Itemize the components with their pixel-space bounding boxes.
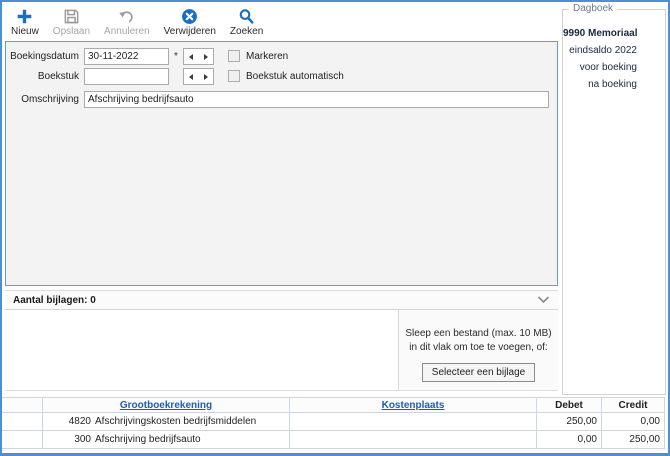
attachment-drop-zone[interactable]: Sleep een bestand (max. 10 MB) in dit vl… bbox=[398, 310, 558, 390]
search-button[interactable]: Zoeken bbox=[230, 7, 263, 37]
attachments-list-area: Sleep een bestand (max. 10 MB) in dit vl… bbox=[5, 310, 558, 391]
boekstuk-next-button[interactable] bbox=[199, 69, 214, 84]
save-button[interactable]: Opslaan bbox=[53, 7, 90, 37]
row-header-cell bbox=[2, 398, 43, 413]
save-icon bbox=[63, 7, 80, 25]
boekstuk-spinner bbox=[183, 68, 214, 85]
drop-instruction-line2: in dit vlak om toe te voegen, of: bbox=[399, 341, 558, 355]
boekstuk-label: Boekstuk bbox=[6, 68, 79, 85]
boekingsdatum-label: Boekingsdatum bbox=[6, 48, 79, 65]
markeren-checkbox[interactable] bbox=[228, 50, 240, 62]
cancel-button-label: Annuleren bbox=[104, 26, 150, 37]
boekstuk-automatisch-checkbox[interactable] bbox=[228, 70, 240, 82]
date-prev-button[interactable] bbox=[184, 49, 199, 64]
grid-row: 4820 Afschrijvingskosten bedrijfsmiddele… bbox=[2, 413, 665, 431]
dagboek-line-na-boeking: na boeking bbox=[563, 76, 637, 93]
left-arrow-icon bbox=[189, 54, 193, 60]
boekingsdatum-spinner bbox=[183, 48, 214, 65]
account-cell[interactable]: 4820 Afschrijvingskosten bedrijfsmiddele… bbox=[43, 413, 290, 431]
date-next-button[interactable] bbox=[199, 49, 214, 64]
grid-header-row: Grootboekrekening Kostenplaats Debet Cre… bbox=[2, 398, 665, 413]
drop-instruction-line1: Sleep een bestand (max. 10 MB) bbox=[399, 327, 558, 341]
row-selector-cell[interactable] bbox=[2, 431, 43, 449]
account-cell[interactable]: 300 Afschrijving bedrijfsauto bbox=[43, 431, 290, 449]
attachments-count-label: Aantal bijlagen: 0 bbox=[13, 295, 537, 306]
kostenplaats-cell[interactable] bbox=[290, 413, 537, 431]
kostenplaats-header: Kostenplaats bbox=[290, 398, 537, 413]
omschrijving-input[interactable] bbox=[84, 91, 549, 108]
debet-cell[interactable]: 250,00 bbox=[537, 413, 602, 431]
delete-button-label: Verwijderen bbox=[164, 26, 216, 37]
credit-cell[interactable]: 0,00 bbox=[602, 413, 665, 431]
search-icon bbox=[238, 7, 255, 25]
undo-icon bbox=[118, 7, 135, 25]
attachments-header-bar: Aantal bijlagen: 0 bbox=[5, 290, 558, 310]
account-number: 4820 bbox=[43, 416, 91, 427]
journal-entry-window: Nieuw Opslaan Annuleren bbox=[0, 0, 670, 456]
credit-cell[interactable]: 250,00 bbox=[602, 431, 665, 449]
grid-row: 300 Afschrijving bedrijfsauto 0,00 250,0… bbox=[2, 431, 665, 449]
boekstuk-automatisch-label: Boekstuk automatisch bbox=[246, 68, 344, 85]
dagboek-line-voor-boeking: voor boeking bbox=[563, 59, 637, 76]
boekstuk-prev-button[interactable] bbox=[184, 69, 199, 84]
new-button-label: Nieuw bbox=[11, 26, 39, 37]
right-arrow-icon bbox=[204, 54, 208, 60]
delete-circle-icon bbox=[181, 7, 198, 25]
booking-form-panel: Boekingsdatum * Markeren Boekstuk Boekst… bbox=[5, 41, 558, 286]
markeren-label: Markeren bbox=[246, 48, 288, 65]
new-button[interactable]: Nieuw bbox=[11, 7, 39, 37]
account-number: 300 bbox=[43, 434, 91, 445]
grootboekrekening-header: Grootboekrekening bbox=[43, 398, 290, 413]
dagboek-line-eindsaldo: eindsaldo 2022 bbox=[563, 42, 637, 59]
row-selector-cell[interactable] bbox=[2, 413, 43, 431]
credit-header: Credit bbox=[602, 398, 665, 413]
dagboek-panel: Dagboek 9990 Memoriaal eindsaldo 2022 vo… bbox=[562, 9, 666, 395]
debet-cell[interactable]: 0,00 bbox=[537, 431, 602, 449]
toolbar: Nieuw Opslaan Annuleren bbox=[4, 3, 558, 44]
save-button-label: Opslaan bbox=[53, 26, 90, 37]
cancel-button[interactable]: Annuleren bbox=[104, 7, 150, 37]
dagboek-account: 9990 Memoriaal bbox=[563, 25, 637, 42]
right-arrow-icon bbox=[204, 74, 208, 80]
kostenplaats-header-link[interactable]: Kostenplaats bbox=[382, 400, 445, 411]
select-attachment-button[interactable]: Selecteer een bijlage bbox=[422, 363, 535, 382]
booking-grid: Grootboekrekening Kostenplaats Debet Cre… bbox=[2, 397, 665, 449]
grootboekrekening-header-link[interactable]: Grootboekrekening bbox=[120, 400, 212, 411]
left-arrow-icon bbox=[189, 74, 193, 80]
kostenplaats-cell[interactable] bbox=[290, 431, 537, 449]
boekstuk-input[interactable] bbox=[84, 68, 169, 85]
plus-icon bbox=[16, 7, 33, 25]
debet-header: Debet bbox=[537, 398, 602, 413]
chevron-down-icon[interactable] bbox=[537, 296, 550, 304]
account-name: Afschrijvingskosten bedrijfsmiddelen bbox=[95, 416, 256, 427]
omschrijving-label: Omschrijving bbox=[6, 91, 79, 108]
dagboek-legend: Dagboek bbox=[569, 3, 617, 14]
search-button-label: Zoeken bbox=[230, 26, 263, 37]
delete-button[interactable]: Verwijderen bbox=[164, 7, 216, 37]
account-name: Afschrijving bedrijfsauto bbox=[95, 434, 201, 445]
boekingsdatum-input[interactable] bbox=[84, 48, 169, 65]
required-asterisk: * bbox=[172, 48, 180, 65]
